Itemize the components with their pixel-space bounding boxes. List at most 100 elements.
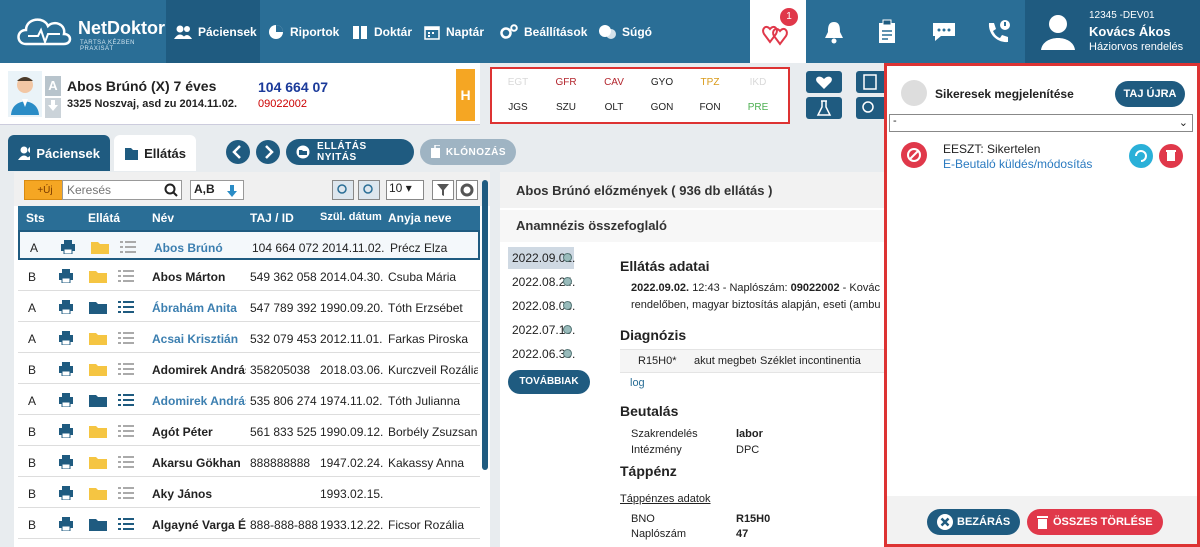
code-olt[interactable]: OLT <box>594 102 634 113</box>
table-row[interactable]: A Abos Brúnó 104 664 072 2014.11.02. Précz E… <box>18 230 480 260</box>
col-sts[interactable]: Sts <box>26 211 45 225</box>
folder-icon[interactable] <box>88 331 108 346</box>
list-icon[interactable] <box>118 518 134 530</box>
row-name[interactable]: Algayné Varga Év <box>152 518 246 532</box>
table-row[interactable]: B Algayné Varga Év 888-888-888 1933.12.22. F… <box>18 509 480 539</box>
col-mother[interactable]: Anyja neve <box>388 211 451 225</box>
health-alert-button[interactable]: 1 <box>750 0 806 63</box>
row-name[interactable]: Abos Brúnó <box>154 241 248 255</box>
code-szu[interactable]: SZU <box>546 102 586 113</box>
folder-icon[interactable] <box>88 424 108 439</box>
printer-icon[interactable] <box>58 424 74 438</box>
folder-icon[interactable] <box>88 393 108 408</box>
filter-button[interactable] <box>432 180 454 200</box>
messages-button[interactable] <box>916 0 972 63</box>
show-success-toggle[interactable] <box>901 80 927 106</box>
list-scrollbar[interactable] <box>482 180 488 470</box>
code-ikd[interactable]: IKD <box>738 77 778 88</box>
list-icon[interactable] <box>118 363 134 375</box>
sort-button[interactable]: A,B <box>190 180 244 200</box>
notification-item[interactable]: EESZT: Sikertelen E-Beutaló küldés/módos… <box>887 136 1197 176</box>
row-name[interactable]: Agót Péter <box>152 425 246 439</box>
nav-sugo[interactable]: Súgó <box>590 0 654 63</box>
delete-all-button[interactable]: ÖSSZES TÖRLÉSE <box>1027 509 1163 535</box>
history-date[interactable]: 2022.06.30. <box>508 343 575 365</box>
close-button[interactable]: BEZÁRÁS <box>927 509 1021 535</box>
zoom-in-button[interactable] <box>332 180 354 200</box>
history-date[interactable]: 2022.09.02. <box>508 247 575 269</box>
code-jgs[interactable]: JGS <box>498 102 538 113</box>
table-row[interactable]: B Agót Péter 561 833 525 1990.09.12. Borbély… <box>18 416 480 446</box>
row-name[interactable]: Abos Márton <box>152 270 246 284</box>
h-flag-button[interactable]: H <box>456 69 475 121</box>
row-name[interactable]: Aky János <box>152 487 246 501</box>
printer-icon[interactable] <box>58 393 74 407</box>
printer-icon[interactable] <box>58 300 74 314</box>
nav-pacienses[interactable]: Páciensek <box>166 0 260 63</box>
nav-doktar[interactable]: Doktár <box>344 0 416 63</box>
code-tpz[interactable]: TPZ <box>690 77 730 88</box>
notification-filter-select[interactable]: - ⌄ <box>889 114 1193 132</box>
clone-button[interactable]: KLÓNOZÁS <box>420 139 516 165</box>
list-icon[interactable] <box>118 487 134 499</box>
bell-button[interactable] <box>806 0 862 63</box>
history-date[interactable]: 2022.08.24. <box>508 271 575 293</box>
list-icon[interactable] <box>120 241 136 253</box>
nav-riportok[interactable]: Riportok <box>260 0 344 63</box>
list-icon[interactable] <box>118 270 134 282</box>
page-size-select[interactable]: 10 ▾ <box>386 180 424 200</box>
history-date[interactable]: 2022.08.03. <box>508 295 575 317</box>
table-row[interactable]: B Aky János 1993.02.15. <box>18 478 480 508</box>
col-nev[interactable]: Név <box>152 211 174 225</box>
code-cav[interactable]: CAV <box>594 77 634 88</box>
folder-icon[interactable] <box>88 362 108 377</box>
nav-naptar[interactable]: Naptár <box>416 0 492 63</box>
printer-icon[interactable] <box>58 269 74 283</box>
heart-monitor-button[interactable] <box>806 71 842 93</box>
table-row[interactable]: A Acsai Krisztián 532 079 453 2012.11.01. Fa… <box>18 323 480 353</box>
notification-subtitle[interactable]: E-Beutaló küldés/módosítás <box>943 157 1092 171</box>
code-egt[interactable]: EGT <box>498 77 538 88</box>
log-link[interactable]: log <box>630 377 645 389</box>
next-button[interactable] <box>256 140 280 164</box>
zoom-out-button[interactable] <box>358 180 380 200</box>
folder-icon[interactable] <box>88 486 108 501</box>
retry-icon[interactable] <box>1129 144 1153 168</box>
prev-button[interactable] <box>226 140 250 164</box>
code-gyo[interactable]: GYO <box>642 77 682 88</box>
row-name[interactable]: Akarsu Gökhan <box>152 456 246 470</box>
list-icon[interactable] <box>118 425 134 437</box>
search-icon[interactable] <box>164 183 178 197</box>
printer-icon[interactable] <box>58 362 74 376</box>
folder-icon[interactable] <box>90 240 110 255</box>
folder-icon[interactable] <box>88 517 108 532</box>
row-name[interactable]: Adomirek András <box>152 394 246 408</box>
lab-button[interactable] <box>806 97 842 119</box>
nav-beallitasok[interactable]: Beállítások <box>492 0 590 63</box>
list-icon[interactable] <box>118 332 134 344</box>
more-button[interactable]: TOVÁBBIAK <box>508 370 590 394</box>
tab-pacienses[interactable]: Páciensek <box>8 135 110 171</box>
folder-icon[interactable] <box>88 300 108 315</box>
code-pre[interactable]: PRE <box>738 102 778 113</box>
code-gfr[interactable]: GFR <box>546 77 586 88</box>
open-care-button[interactable]: ELLÁTÁS NYITÁS <box>286 139 414 165</box>
code-fon[interactable]: FON <box>690 102 730 113</box>
row-name[interactable]: Adomirek András <box>152 363 246 377</box>
table-row[interactable]: B Adomirek András 358205038 2018.03.06. Kurc… <box>18 354 480 384</box>
row-name[interactable]: Acsai Krisztián <box>152 332 246 346</box>
app-logo[interactable]: NetDoktor TARTSA KÉZBEN PRAXISÁT <box>14 12 165 52</box>
printer-icon[interactable] <box>60 240 76 254</box>
settings-button[interactable] <box>456 180 478 200</box>
col-ellatas[interactable]: Ellátá <box>88 211 120 225</box>
table-row[interactable]: B Akarsu Gökhan 888888888 1947.02.24. Kakass… <box>18 447 480 477</box>
printer-icon[interactable] <box>58 455 74 469</box>
taj-retry-button[interactable]: TAJ ÚJRA <box>1115 81 1185 107</box>
sickpay-link[interactable]: Táppénzes adatok <box>620 493 711 505</box>
user-menu[interactable]: 12345 -DEV01 Kovács Ákos Háziorvos rende… <box>1025 0 1200 63</box>
tab-ellatas[interactable]: Ellátás <box>114 135 196 171</box>
clipboard-button[interactable] <box>860 0 916 63</box>
table-row[interactable]: A Adomirek András 535 806 274 1974.11.02. Tó… <box>18 385 480 415</box>
printer-icon[interactable] <box>58 486 74 500</box>
new-patient-button[interactable]: +Új <box>24 180 66 200</box>
